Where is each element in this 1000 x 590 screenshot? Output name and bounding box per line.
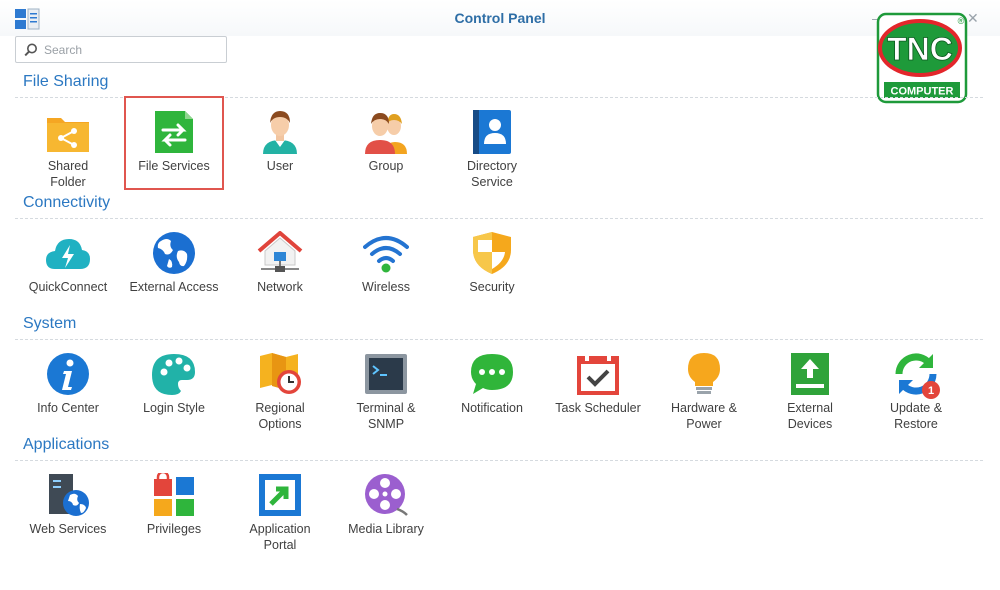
section-divider	[15, 339, 983, 340]
network-house-icon	[257, 231, 303, 272]
tile-label: Notification	[461, 401, 523, 415]
tile-label: External Devices	[787, 401, 833, 431]
notification-tile[interactable]: Notification	[442, 352, 542, 444]
terminal-icon	[365, 354, 407, 394]
wifi-icon	[363, 236, 409, 273]
close-button[interactable]: ✕	[967, 10, 979, 27]
tile-label: Web Services	[29, 522, 107, 536]
regional-options-tile[interactable]: Regional Options	[230, 352, 330, 444]
directory-service-tile[interactable]: Directory Service	[442, 110, 542, 202]
external-access-tile[interactable]: External Access	[124, 231, 224, 323]
svg-text:COMPUTER: COMPUTER	[891, 86, 954, 98]
directory-service-icon	[473, 110, 511, 154]
calendar-check-icon	[577, 353, 619, 395]
selection-highlight	[124, 96, 224, 190]
tile-label: User	[266, 159, 294, 173]
info-center-tile[interactable]: Info Center	[18, 352, 118, 444]
media-library-tile[interactable]: Media Library	[336, 473, 436, 565]
web-services-icon	[49, 474, 89, 516]
app-portal-icon	[259, 474, 301, 516]
chat-bubble-icon	[471, 354, 513, 394]
tile-label: Media Library	[348, 522, 424, 536]
application-portal-tile[interactable]: Application Portal	[230, 473, 330, 565]
map-clock-icon	[260, 353, 301, 394]
tile-label: Group	[368, 159, 404, 173]
tile-label: QuickConnect	[28, 280, 108, 294]
group-tile[interactable]: Group	[336, 110, 436, 202]
tile-label: Privileges	[146, 522, 202, 536]
update-restore-tile[interactable]: 1 Update & Restore	[866, 352, 966, 444]
tile-label: Directory Service	[466, 159, 517, 189]
window-title: Control Panel	[454, 10, 546, 26]
title-bar: Control Panel – ✕	[0, 0, 1000, 36]
info-icon	[47, 353, 89, 395]
user-icon	[263, 111, 297, 154]
section-divider	[15, 460, 983, 461]
tile-label: External Access	[129, 280, 219, 294]
user-tile[interactable]: User	[230, 110, 330, 202]
hardware-power-tile[interactable]: Hardware & Power	[654, 352, 754, 444]
section-title-file-sharing: File Sharing	[23, 73, 109, 90]
tile-label: Network	[257, 280, 303, 294]
quickconnect-icon	[46, 239, 90, 269]
group-icon	[365, 113, 407, 154]
shared-folder-tile[interactable]: Shared Folder	[18, 110, 118, 202]
privileges-icon	[154, 473, 194, 516]
shared-folder-icon	[47, 118, 89, 152]
search-input[interactable]	[44, 41, 222, 59]
tile-label: Login Style	[143, 401, 205, 415]
tile-label: Hardware & Power	[671, 401, 737, 431]
tile-label: Update & Restore	[889, 401, 943, 431]
tile-label: Info Center	[37, 401, 99, 415]
privileges-tile[interactable]: Privileges	[124, 473, 224, 565]
tile-label: Application Portal	[249, 522, 311, 552]
tile-label: Shared Folder	[47, 159, 89, 189]
terminal-snmp-tile[interactable]: Terminal & SNMP	[336, 352, 436, 444]
svg-text:TNC: TNC	[887, 31, 953, 67]
update-count-badge: 1	[922, 381, 940, 399]
tile-label: Regional Options	[255, 401, 305, 431]
external-devices-tile[interactable]: External Devices	[760, 352, 860, 444]
security-tile[interactable]: Security	[442, 231, 542, 323]
palette-icon	[152, 354, 195, 395]
section-divider	[15, 218, 983, 219]
tile-label: Task Scheduler	[555, 401, 641, 415]
upload-device-icon	[791, 353, 829, 395]
section-title-system: System	[23, 315, 77, 332]
search-icon	[24, 43, 37, 57]
wireless-tile[interactable]: Wireless	[336, 231, 436, 323]
tile-label: Security	[469, 280, 515, 294]
tile-label: Terminal & SNMP	[356, 401, 416, 431]
task-scheduler-tile[interactable]: Task Scheduler	[548, 352, 648, 444]
svg-text:1: 1	[928, 385, 934, 397]
film-reel-icon	[365, 474, 408, 516]
lightbulb-icon	[688, 353, 720, 394]
web-services-tile[interactable]: Web Services	[18, 473, 118, 565]
section-title-connectivity: Connectivity	[23, 194, 111, 211]
section-title-applications: Applications	[23, 436, 110, 453]
search-box[interactable]	[15, 36, 227, 63]
quickconnect-tile[interactable]: QuickConnect	[18, 231, 118, 323]
network-tile[interactable]: Network	[230, 231, 330, 323]
shield-icon	[473, 232, 511, 274]
login-style-tile[interactable]: Login Style	[124, 352, 224, 444]
globe-icon	[153, 232, 195, 274]
tnc-computer-logo: TNC ® COMPUTER	[876, 12, 968, 104]
svg-text:®: ®	[958, 16, 965, 26]
tile-label: Wireless	[362, 280, 410, 294]
